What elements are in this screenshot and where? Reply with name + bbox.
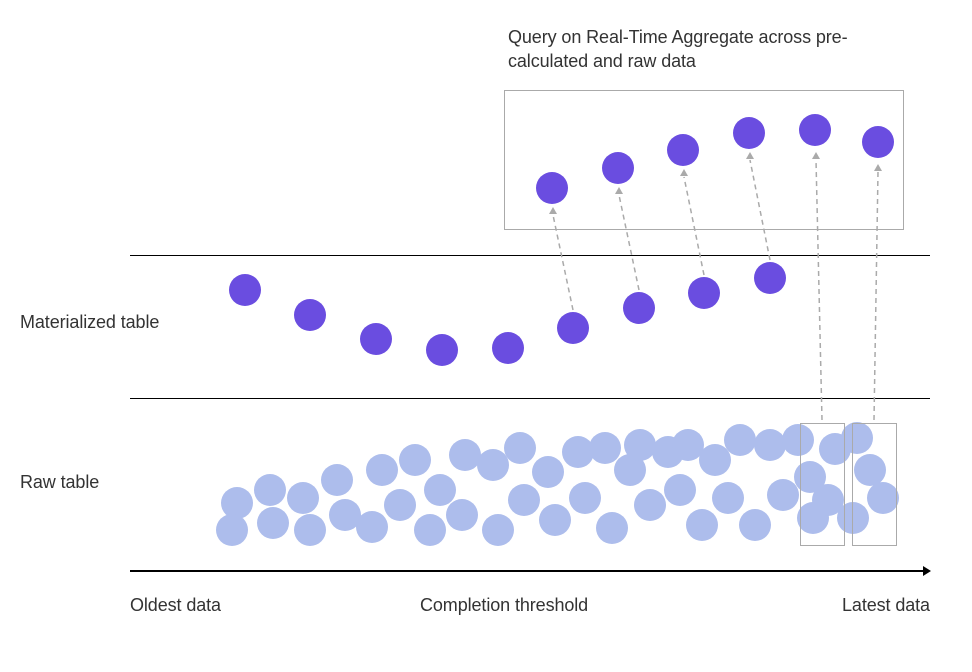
query-dot bbox=[536, 172, 568, 204]
latest-data-label: Latest data bbox=[842, 595, 930, 616]
materialized-dot bbox=[754, 262, 786, 294]
raw-selection-box bbox=[800, 423, 845, 546]
arrow-up-icon bbox=[812, 152, 820, 159]
materialized-dot bbox=[623, 292, 655, 324]
query-dot bbox=[799, 114, 831, 146]
materialized-dot bbox=[294, 299, 326, 331]
diagram-title: Query on Real-Time Aggregate across pre-… bbox=[508, 25, 888, 74]
arrow-up-icon bbox=[680, 169, 688, 176]
oldest-data-label: Oldest data bbox=[130, 595, 221, 616]
x-axis-arrow-icon bbox=[923, 566, 931, 576]
query-dot bbox=[602, 152, 634, 184]
arrow-up-icon bbox=[746, 152, 754, 159]
materialized-table-label: Materialized table bbox=[20, 312, 159, 333]
materialized-dot bbox=[360, 323, 392, 355]
materialized-dot bbox=[229, 274, 261, 306]
query-dot bbox=[733, 117, 765, 149]
raw-selection-box bbox=[852, 423, 897, 546]
arrow-up-icon bbox=[615, 187, 623, 194]
divider-mid bbox=[130, 398, 930, 399]
query-result-box bbox=[504, 90, 904, 230]
divider-top bbox=[130, 255, 930, 256]
query-dot bbox=[667, 134, 699, 166]
materialized-dot bbox=[426, 334, 458, 366]
arrow-up-icon bbox=[874, 164, 882, 171]
diagram-root: Query on Real-Time Aggregate across pre-… bbox=[0, 0, 972, 672]
materialized-dot bbox=[688, 277, 720, 309]
x-axis-line bbox=[130, 570, 923, 572]
raw-table-label: Raw table bbox=[20, 472, 99, 493]
materialized-dot bbox=[492, 332, 524, 364]
materialized-dot bbox=[557, 312, 589, 344]
arrow-up-icon bbox=[549, 207, 557, 214]
query-dot bbox=[862, 126, 894, 158]
completion-threshold-label: Completion threshold bbox=[420, 595, 588, 616]
